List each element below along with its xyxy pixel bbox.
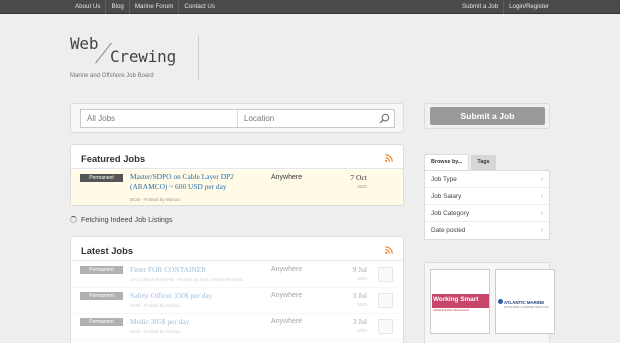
job-meta: BCM - Posted by Marcia	[130, 197, 180, 202]
featured-jobs-title: Featured Jobs	[81, 153, 146, 164]
search-icon[interactable]	[379, 113, 390, 124]
company-logo	[378, 319, 393, 334]
job-location: Anywhere	[271, 318, 303, 325]
job-meta: BCM - Posted by Marcia	[130, 303, 180, 308]
browse-item-label: Job Category	[431, 210, 470, 217]
rss-icon[interactable]	[385, 246, 393, 254]
latest-jobs-title: Latest Jobs	[81, 245, 134, 256]
chevron-right-icon: ›	[540, 227, 543, 234]
chevron-right-icon: ›	[540, 210, 543, 217]
latest-job-row[interactable]: Permanent Fitter FOR CONTAINER SAS CREW …	[71, 262, 403, 288]
latest-jobs-header: Latest Jobs	[71, 237, 403, 261]
ad-atlantic-marine[interactable]: ATLANTIC MARINE OFFSHORE & MARINE SERVIC…	[495, 269, 555, 334]
top-nav-left: About Us Blog Marine Forum Contact Us	[70, 0, 220, 14]
browse-widget: Browse by... Tags Job Type › Job Salary …	[424, 154, 550, 240]
company-logo	[378, 293, 393, 308]
jobs-search-input[interactable]	[81, 110, 238, 127]
chevron-right-icon: ›	[540, 193, 543, 200]
nav-about-us[interactable]: About Us	[70, 0, 105, 14]
job-title-link[interactable]: Fitter FOR CONTAINER	[130, 265, 206, 275]
rss-icon[interactable]	[385, 154, 393, 162]
job-meta: BCM - Posted by Marcia	[130, 329, 180, 334]
site-logo[interactable]: Web Crewing Marine and Offshore Job Boar…	[70, 34, 200, 84]
job-date: 7 Oct	[350, 173, 367, 182]
top-nav-right: Submit a Job Login/Register	[457, 0, 554, 14]
job-year: 2020	[357, 276, 367, 281]
job-type-badge: Permanent	[80, 174, 123, 182]
job-type-badge: Permanent	[80, 292, 123, 300]
logo-divider	[198, 36, 199, 80]
search-panel	[70, 103, 404, 133]
browse-list: Job Type › Job Salary › Job Category › D…	[424, 170, 550, 240]
fetching-indeed-text: Fetching Indeed Job Listings	[81, 215, 173, 224]
top-navigation-bar: About Us Blog Marine Forum Contact Us Su…	[0, 0, 620, 14]
tab-browse-by[interactable]: Browse by...	[424, 154, 470, 170]
browse-item-job-type[interactable]: Job Type ›	[425, 171, 549, 188]
job-location: Anywhere	[271, 174, 303, 181]
nav-contact-us[interactable]: Contact Us	[178, 0, 220, 14]
browse-item-job-category[interactable]: Job Category ›	[425, 205, 549, 222]
job-year: 2020	[357, 184, 367, 189]
featured-jobs-header: Featured Jobs	[71, 145, 403, 169]
featured-job-row[interactable]: Permanent Master/SDPO on Cable Layer DP2…	[71, 170, 403, 205]
browse-tabs: Browse by... Tags	[424, 154, 550, 171]
job-title-link[interactable]: Medic 305$ per day	[130, 317, 189, 327]
nav-marine-forum[interactable]: Marine Forum	[128, 0, 179, 14]
loading-spinner-icon	[70, 216, 77, 223]
latest-job-row[interactable]: Permanent Safety Officer 350$ per day BC…	[71, 288, 403, 314]
logo-word-crewing: Crewing	[110, 47, 177, 66]
job-meta: SAS CREW MARINE - Posted by SAS CREW MAR…	[130, 277, 244, 282]
job-date: 9 Jul	[352, 265, 367, 274]
browse-item-job-salary[interactable]: Job Salary ›	[425, 188, 549, 205]
ad-working-smart[interactable]: Working Smart Global Precision Recruitme…	[430, 269, 490, 334]
submit-job-panel: Submit a Job	[424, 103, 550, 129]
browse-item-label: Job Salary	[431, 193, 462, 200]
job-title-link[interactable]: Master/SDPO on Cable Layer DP2 (ARAMCO) …	[130, 172, 266, 192]
nav-submit-job[interactable]: Submit a Job	[457, 0, 503, 14]
company-logo	[378, 267, 393, 282]
latest-job-row[interactable]: Permanent Medic 305$ per day BCM - Poste…	[71, 314, 403, 340]
nav-blog[interactable]: Blog	[105, 0, 128, 14]
ad-logo-text: Working Smart	[433, 296, 479, 303]
fetching-indeed-status: Fetching Indeed Job Listings	[70, 215, 173, 224]
job-date: 3 Jul	[352, 317, 367, 326]
job-type-badge: Permanent	[80, 266, 123, 274]
atlantic-marine-logo-icon	[498, 299, 503, 304]
job-type-badge: Permanent	[80, 318, 123, 326]
job-year: 2020	[357, 328, 367, 333]
job-date: 3 Jul	[352, 291, 367, 300]
submit-job-button[interactable]: Submit a Job	[430, 107, 545, 125]
latest-jobs-panel: Latest Jobs Permanent Fitter FOR CONTAIN…	[70, 236, 404, 343]
search-box	[80, 109, 395, 128]
chevron-right-icon: ›	[540, 176, 543, 183]
browse-item-date-posted[interactable]: Date posted ›	[425, 222, 549, 239]
job-title-link[interactable]: Safety Officer 350$ per day	[130, 291, 212, 301]
logo-tagline: Marine and Offshore Job Board	[70, 73, 154, 79]
nav-login-register[interactable]: Login/Register	[503, 0, 554, 14]
browse-item-label: Job Type	[431, 176, 457, 183]
tab-tags[interactable]: Tags	[471, 155, 496, 170]
job-location: Anywhere	[271, 292, 303, 299]
ad-logo-subtext: OFFSHORE & MARINE SERVICES	[504, 305, 549, 309]
logo-word-web: Web	[70, 34, 99, 53]
sponsor-ads: Working Smart Global Precision Recruitme…	[424, 262, 555, 343]
browse-item-label: Date posted	[431, 227, 466, 234]
ad-logo-subtext: Global Precision Recruitment	[433, 308, 470, 312]
job-year: 2020	[357, 302, 367, 307]
featured-jobs-panel: Featured Jobs Permanent Master/SDPO on C…	[70, 144, 404, 206]
location-input[interactable]	[238, 110, 376, 127]
job-location: Anywhere	[271, 266, 303, 273]
